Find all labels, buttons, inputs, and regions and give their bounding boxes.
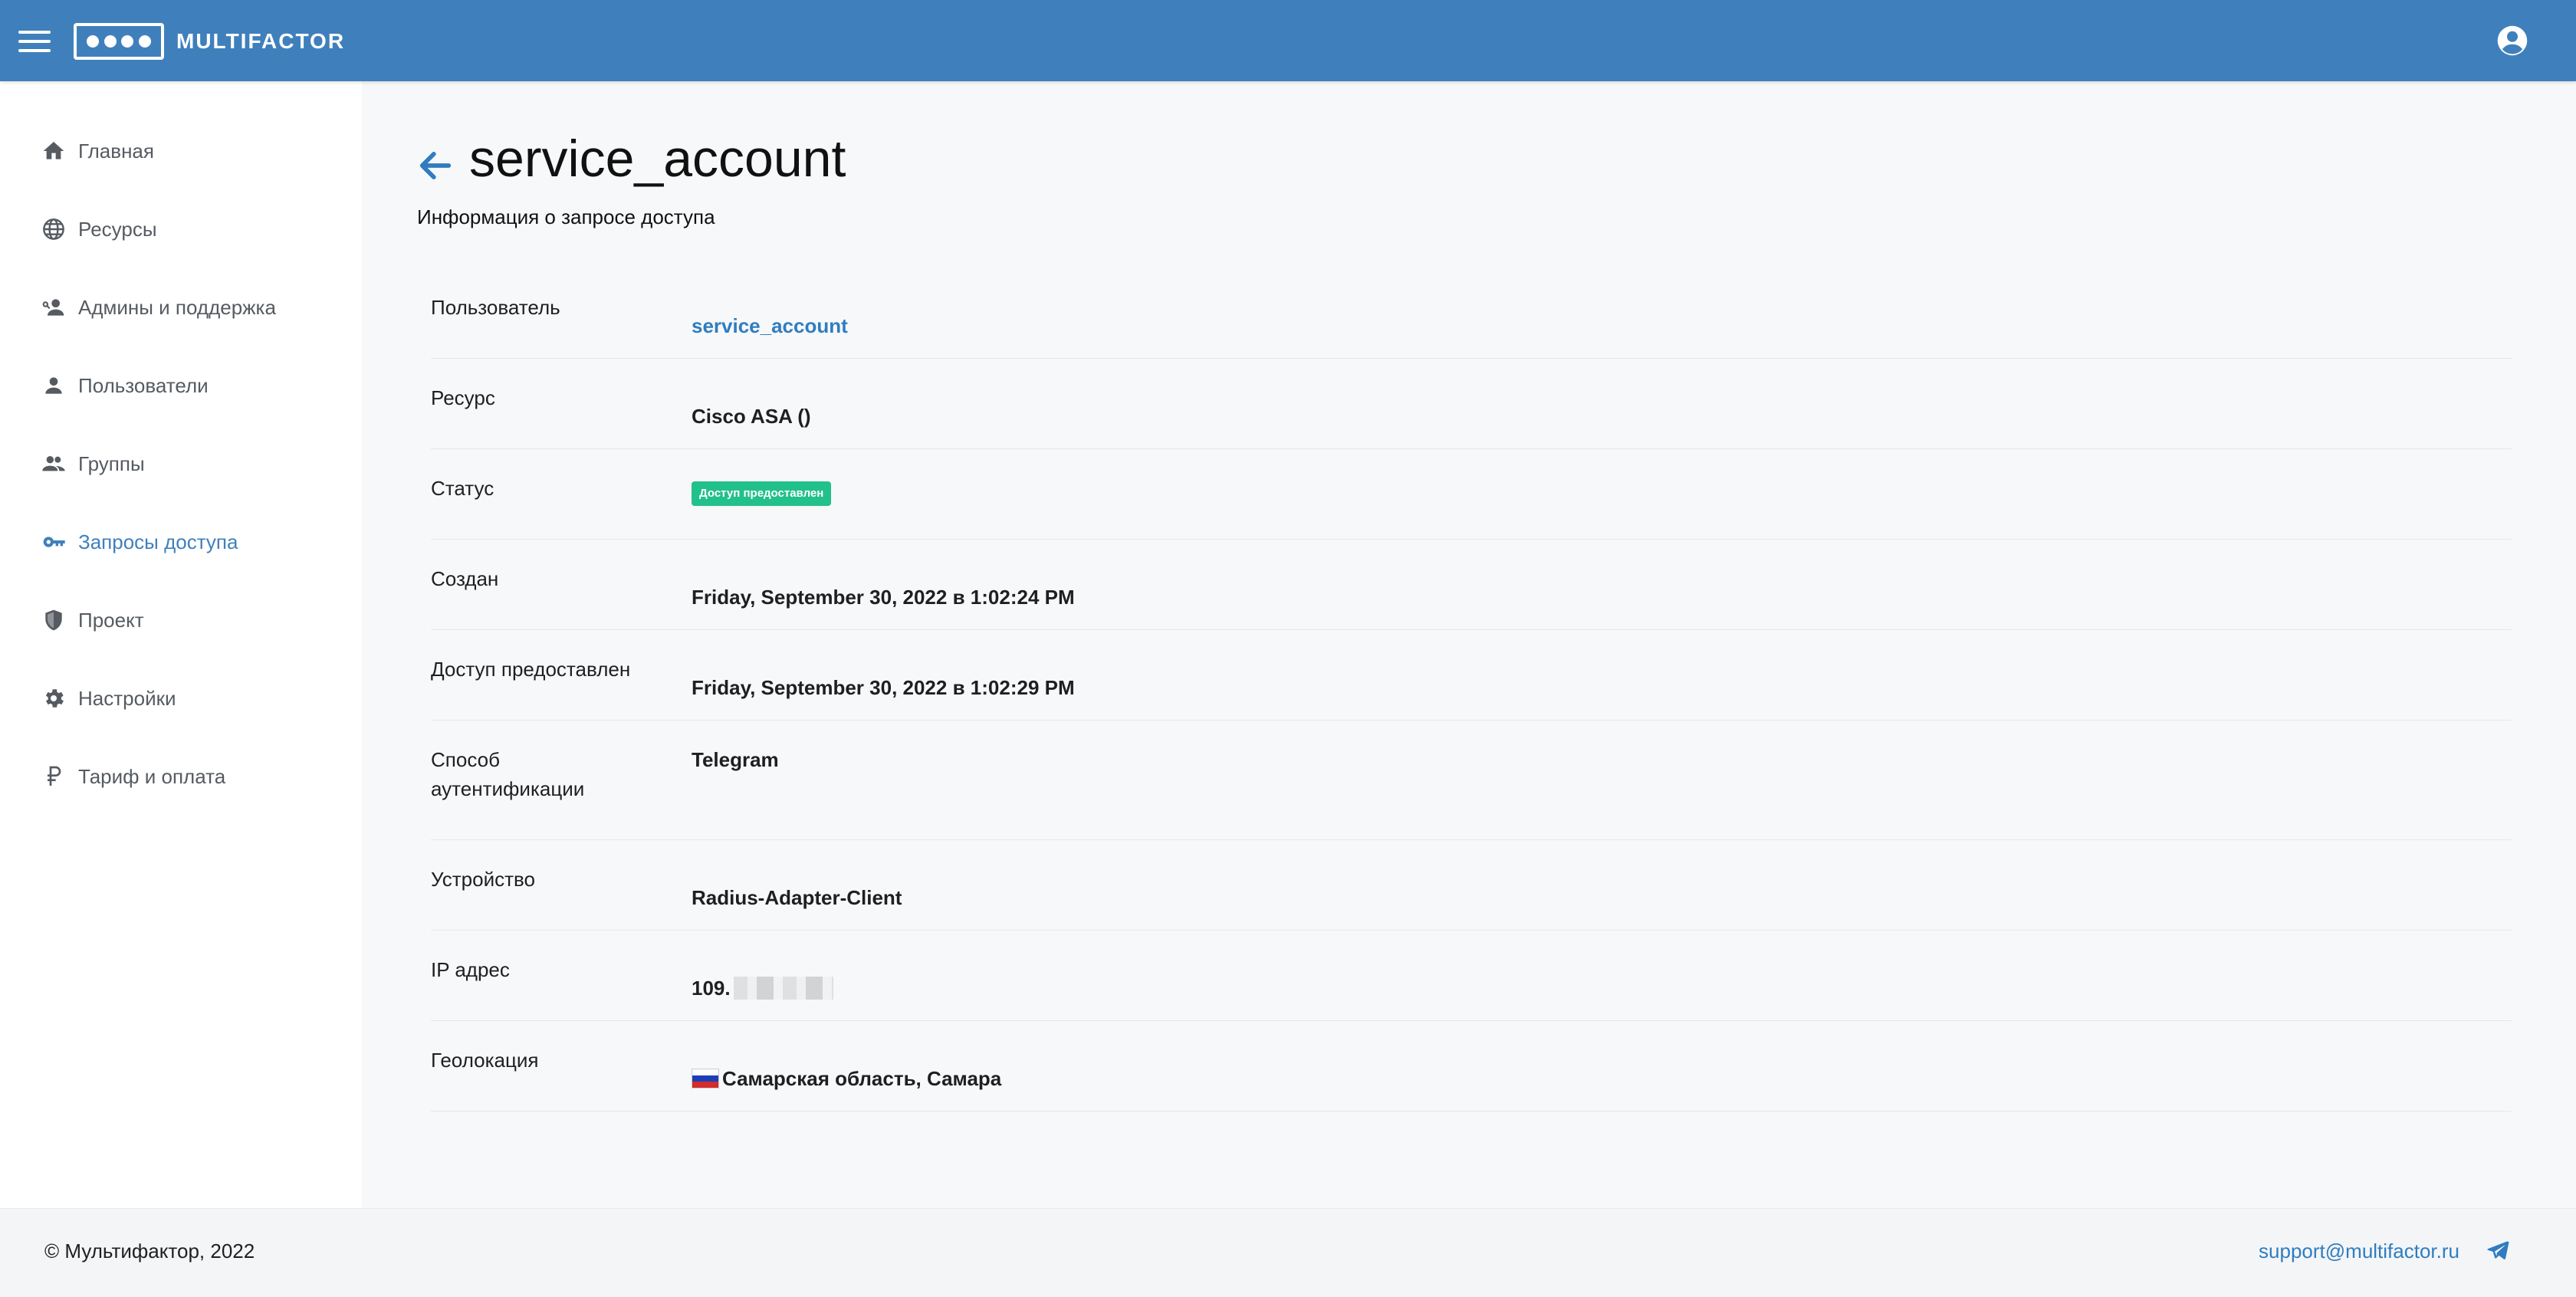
group-icon (40, 450, 67, 478)
sidebar-item-admins-support[interactable]: Админы и поддержка (40, 284, 276, 330)
info-value: Friday, September 30, 2022 в 1:02:29 PM (692, 675, 1075, 699)
request-info-table: Пользователь service_account Ресурс Cisc… (431, 268, 2512, 1111)
sidebar-item-resources[interactable]: Ресурсы (40, 206, 157, 252)
sidebar-item-groups[interactable]: Группы (40, 441, 145, 487)
sidebar-item-access-requests[interactable]: Запросы доступа (40, 519, 238, 565)
info-row-status: Статус Доступ предоставлен (431, 449, 2512, 540)
geolocation-text: Самарская область, Самара (722, 1066, 1002, 1090)
info-label: Создан (431, 567, 499, 590)
redacted-block (733, 976, 833, 1000)
home-icon (40, 137, 67, 165)
sidebar-item-label: Админы и поддержка (78, 295, 276, 319)
sidebar-item-label: Запросы доступа (78, 530, 238, 553)
info-label: Доступ предоставлен (431, 658, 631, 681)
support-email-link[interactable]: support@multifactor.ru (2259, 1240, 2459, 1263)
info-label: Статус (431, 477, 495, 500)
sidebar-item-billing[interactable]: Тариф и оплата (40, 754, 225, 800)
copyright: © Мультифактор, 2022 (44, 1240, 255, 1263)
sidebar-item-label: Пользователи (78, 373, 209, 397)
info-value: Cisco ASA () (692, 404, 811, 428)
gear-icon (40, 685, 67, 712)
info-label: Геолокация (431, 1049, 539, 1072)
info-row-auth-method: Способ аутентификации Telegram (431, 721, 2512, 840)
info-row-device: Устройство Radius-Adapter-Client (431, 840, 2512, 931)
info-row-user: Пользователь service_account (431, 268, 2512, 359)
ip-address: 109. (692, 976, 731, 1000)
sidebar: Главная Ресурсы Админы и поддержка Польз… (0, 81, 362, 1208)
sidebar-item-project[interactable]: Проект (40, 597, 144, 643)
sidebar-item-label: Группы (78, 451, 145, 475)
page-title: service_account (469, 130, 846, 188)
status-badge: Доступ предоставлен (692, 481, 832, 506)
info-label: Способ аутентификации (431, 748, 585, 800)
info-row-resource: Ресурс Cisco ASA () (431, 359, 2512, 449)
brand-name: MULTIFACTOR (176, 29, 346, 53)
info-row-ip: IP адрес 109. (431, 931, 2512, 1021)
user-link[interactable]: service_account (692, 293, 848, 358)
russia-flag-icon (692, 1068, 719, 1088)
top-bar: MULTIFACTOR (0, 0, 2576, 81)
user-icon (40, 372, 67, 399)
footer: © Мультифактор, 2022 support@multifactor… (0, 1208, 2576, 1297)
sidebar-item-label: Проект (78, 608, 144, 632)
sidebar-item-home[interactable]: Главная (40, 128, 154, 174)
arrow-left-icon[interactable] (416, 146, 455, 186)
info-label: Ресурс (431, 386, 495, 409)
info-row-created: Создан Friday, September 30, 2022 в 1:02… (431, 540, 2512, 630)
info-label: IP адрес (431, 958, 510, 981)
telegram-icon[interactable] (2486, 1238, 2510, 1263)
info-value: Friday, September 30, 2022 в 1:02:24 PM (692, 585, 1075, 609)
info-label: Пользователь (431, 296, 560, 319)
globe-icon (40, 215, 67, 243)
info-value: Самарская область, Самара (692, 1046, 1001, 1111)
account-circle-icon[interactable] (2496, 25, 2528, 57)
admin-support-icon (40, 294, 67, 321)
sidebar-item-users[interactable]: Пользователи (40, 363, 209, 409)
page-subtitle: Информация о запросе доступа (417, 205, 715, 228)
main-content: service_account Информация о запросе дос… (362, 81, 2576, 1208)
sidebar-item-settings[interactable]: Настройки (40, 675, 176, 721)
key-icon (40, 528, 67, 556)
sidebar-item-label: Настройки (78, 686, 176, 710)
shield-icon (40, 606, 67, 634)
hamburger-icon[interactable] (18, 31, 51, 54)
logo[interactable]: MULTIFACTOR (74, 23, 345, 60)
sidebar-item-label: Тариф и оплата (78, 764, 226, 788)
logo-mark (74, 23, 164, 60)
sidebar-item-label: Главная (78, 139, 154, 163)
info-value: 109. (692, 955, 833, 1020)
sidebar-item-label: Ресурсы (78, 217, 157, 241)
info-row-geolocation: Геолокация Самарская область, Самара (431, 1021, 2512, 1111)
info-row-granted: Доступ предоставлен Friday, September 30… (431, 630, 2512, 721)
info-value: Radius-Adapter-Client (692, 885, 902, 909)
info-label: Устройство (431, 868, 536, 891)
ruble-icon (40, 763, 67, 790)
info-value: Telegram (692, 748, 779, 771)
